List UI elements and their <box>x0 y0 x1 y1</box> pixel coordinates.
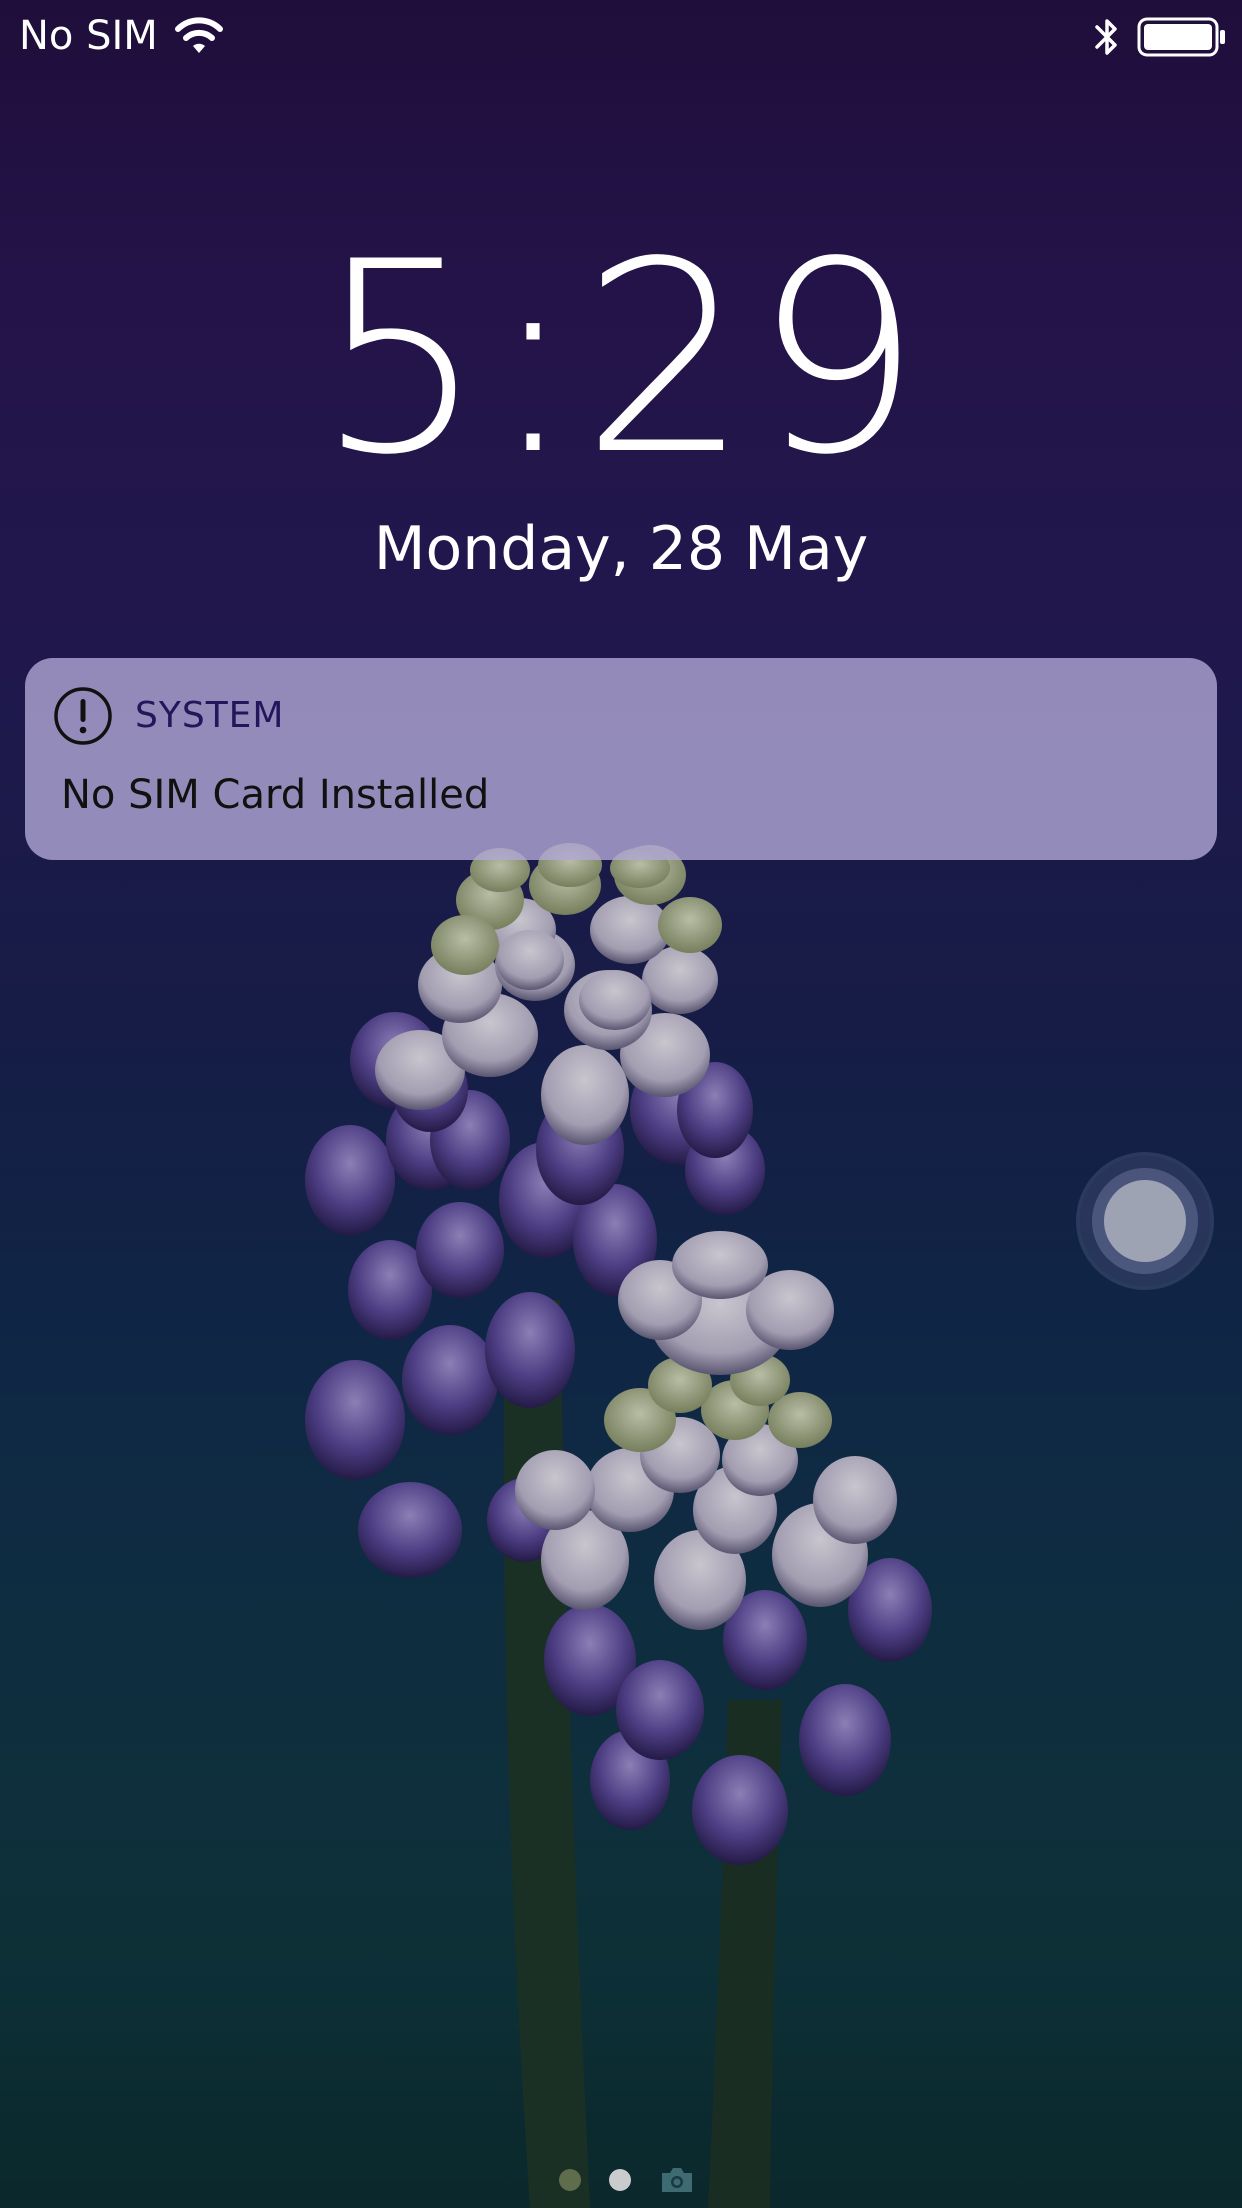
lock-screen-date: Monday, 28 May <box>373 514 869 584</box>
notification-message: No SIM Card Installed <box>61 772 490 818</box>
status-bar: No SIM <box>0 0 1242 70</box>
bluetooth-icon <box>1095 19 1117 55</box>
carrier-label: No SIM <box>19 13 158 59</box>
notification-card[interactable]: SYSTEM No SIM Card Installed <box>25 658 1217 860</box>
camera-icon[interactable] <box>659 2165 695 2195</box>
lock-screen-time: 5:29 <box>316 206 926 513</box>
wifi-icon <box>175 17 223 53</box>
notification-app-name: SYSTEM <box>135 695 285 736</box>
assistive-touch-button[interactable] <box>1080 1156 1210 1286</box>
assistive-touch-core <box>1104 1180 1186 1262</box>
battery-icon <box>1137 17 1225 57</box>
lock-screen: No SIM 5:29 Monday, 28 May SYSTEM No SIM… <box>0 0 1242 2208</box>
page-dot-current[interactable] <box>609 2169 631 2191</box>
page-dot[interactable] <box>559 2169 581 2191</box>
exclamation-circle-icon <box>54 687 112 745</box>
